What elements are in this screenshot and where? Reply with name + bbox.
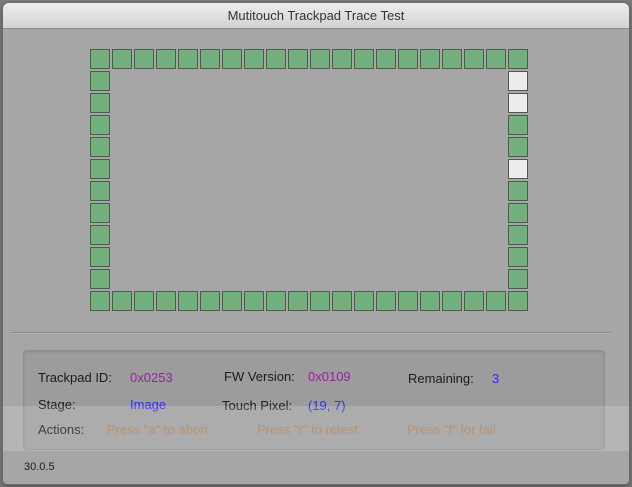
title-bar: Mutitouch Trackpad Trace Test xyxy=(3,3,629,29)
trace-cell-done[interactable] xyxy=(508,115,528,135)
trace-grid[interactable] xyxy=(90,49,531,314)
trace-cell-done[interactable] xyxy=(90,203,110,223)
trace-cell-done[interactable] xyxy=(90,247,110,267)
app-window: Mutitouch Trackpad Trace Test Trackpad I… xyxy=(3,3,629,484)
trackpad-id-value: 0x0253 xyxy=(130,370,173,385)
trace-cell-done[interactable] xyxy=(200,49,220,69)
trace-cell-done[interactable] xyxy=(464,49,484,69)
trace-cell-done[interactable] xyxy=(508,247,528,267)
trace-cell-done[interactable] xyxy=(376,49,396,69)
trace-cell-done[interactable] xyxy=(244,49,264,69)
trace-cell-done[interactable] xyxy=(178,49,198,69)
trace-cell-done[interactable] xyxy=(354,49,374,69)
trace-cell-done[interactable] xyxy=(420,49,440,69)
trace-cell-done[interactable] xyxy=(90,137,110,157)
trace-cell-pending[interactable] xyxy=(508,93,528,113)
trace-cell-done[interactable] xyxy=(222,49,242,69)
trace-cell-done[interactable] xyxy=(288,49,308,69)
trace-cell-done[interactable] xyxy=(266,49,286,69)
trace-cell-done[interactable] xyxy=(244,291,264,311)
trace-cell-done[interactable] xyxy=(508,181,528,201)
fail-action-hint: Press "f" for fail xyxy=(407,422,496,437)
trace-cell-done[interactable] xyxy=(442,291,462,311)
fw-version-label: FW Version: xyxy=(224,369,295,384)
stage-value: Image xyxy=(130,397,167,412)
trace-cell-done[interactable] xyxy=(508,291,528,311)
trace-cell-done[interactable] xyxy=(112,49,132,69)
touch-pixel-label: Touch Pixel: xyxy=(222,398,293,413)
touch-pixel-value: (19, 7) xyxy=(308,398,346,413)
trace-cell-done[interactable] xyxy=(156,49,176,69)
version-label: 30.0.5 xyxy=(24,461,55,473)
trace-cell-done[interactable] xyxy=(200,291,220,311)
trace-cell-done[interactable] xyxy=(508,269,528,289)
trackpad-id-label: Trackpad ID: xyxy=(38,370,112,385)
trace-cell-done[interactable] xyxy=(90,225,110,245)
actions-label: Actions: xyxy=(38,422,85,437)
trace-cell-done[interactable] xyxy=(90,269,110,289)
trace-cell-done[interactable] xyxy=(508,225,528,245)
trace-cell-done[interactable] xyxy=(90,181,110,201)
trace-cell-done[interactable] xyxy=(508,203,528,223)
trace-cell-done[interactable] xyxy=(134,291,154,311)
trace-cell-done[interactable] xyxy=(90,115,110,135)
window-title: Mutitouch Trackpad Trace Test xyxy=(227,8,405,23)
trace-cell-done[interactable] xyxy=(156,291,176,311)
trace-cell-done[interactable] xyxy=(376,291,396,311)
trace-cell-done[interactable] xyxy=(398,49,418,69)
remaining-value: 3 xyxy=(492,371,500,386)
trace-cell-done[interactable] xyxy=(464,291,484,311)
trace-cell-done[interactable] xyxy=(90,93,110,113)
trace-cell-done[interactable] xyxy=(90,159,110,179)
abort-action-hint: Press "a" to abort xyxy=(107,422,208,437)
trace-cell-pending[interactable] xyxy=(508,71,528,91)
trace-cell-done[interactable] xyxy=(486,291,506,311)
trace-cell-done[interactable] xyxy=(420,291,440,311)
trace-cell-done[interactable] xyxy=(112,291,132,311)
separator xyxy=(11,332,611,334)
trace-cell-done[interactable] xyxy=(486,49,506,69)
trace-cell-done[interactable] xyxy=(332,291,352,311)
trace-cell-done[interactable] xyxy=(178,291,198,311)
trace-cell-done[interactable] xyxy=(222,291,242,311)
trace-cell-done[interactable] xyxy=(332,49,352,69)
trace-cell-pending[interactable] xyxy=(508,159,528,179)
trace-cell-done[interactable] xyxy=(442,49,462,69)
trace-cell-done[interactable] xyxy=(310,49,330,69)
fw-version-value: 0x0109 xyxy=(308,369,351,384)
trace-cell-done[interactable] xyxy=(288,291,308,311)
trace-cell-done[interactable] xyxy=(90,49,110,69)
trace-cell-done[interactable] xyxy=(508,49,528,69)
remaining-label: Remaining: xyxy=(408,371,474,386)
trace-cell-done[interactable] xyxy=(134,49,154,69)
trace-cell-done[interactable] xyxy=(508,137,528,157)
trace-cell-done[interactable] xyxy=(398,291,418,311)
retest-action-hint: Press "r" to retest xyxy=(257,422,358,437)
trace-cell-done[interactable] xyxy=(310,291,330,311)
trace-cell-done[interactable] xyxy=(90,291,110,311)
trace-cell-done[interactable] xyxy=(266,291,286,311)
stage-label: Stage: xyxy=(38,397,76,412)
trace-cell-done[interactable] xyxy=(354,291,374,311)
trace-cell-done[interactable] xyxy=(90,71,110,91)
